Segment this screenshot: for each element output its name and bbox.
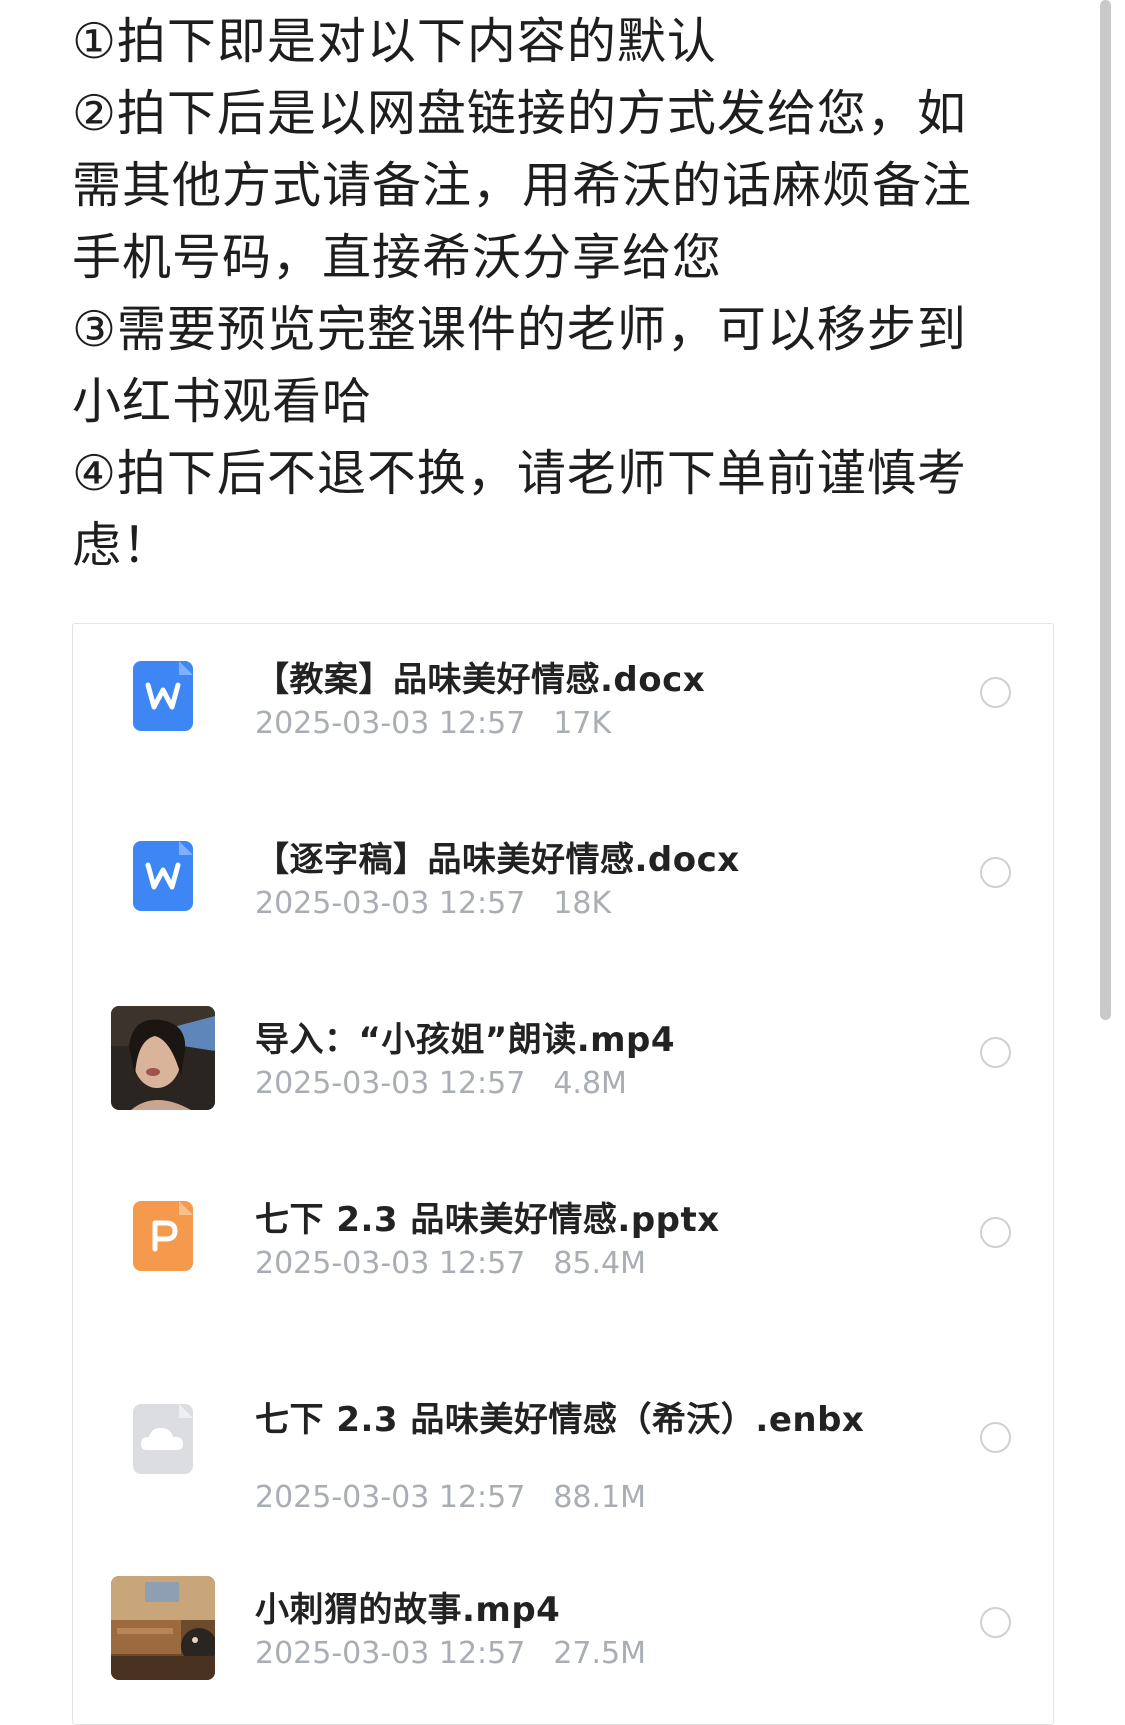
notice-line: ②拍下后是以网盘链接的方式发给您，如 bbox=[72, 85, 967, 142]
file-date: 2025-03-03 12:57 bbox=[255, 1636, 526, 1671]
file-date: 2025-03-03 12:57 bbox=[255, 1066, 526, 1101]
file-name: 【逐字稿】品味美好情感.docx bbox=[255, 840, 740, 880]
select-radio[interactable] bbox=[980, 1037, 1011, 1068]
file-meta: 2025-03-03 12:57 4.8M bbox=[255, 1066, 627, 1101]
file-row-docx-lesson-plan[interactable]: 【教案】品味美好情感.docx 2025-03-03 12:57 17K bbox=[73, 624, 1053, 774]
file-meta: 2025-03-03 12:57 85.4M bbox=[255, 1246, 646, 1281]
file-name: 小刺猬的故事.mp4 bbox=[255, 1590, 561, 1630]
ppt-icon bbox=[133, 1201, 193, 1271]
select-radio[interactable] bbox=[980, 1217, 1011, 1248]
file-row-docx-transcript[interactable]: 【逐字稿】品味美好情感.docx 2025-03-03 12:57 18K bbox=[73, 804, 1053, 954]
file-meta: 2025-03-03 12:57 17K bbox=[255, 706, 611, 741]
file-name: 【教案】品味美好情感.docx bbox=[255, 660, 706, 700]
file-row-mp4-hedgehog[interactable]: 小刺猬的故事.mp4 2025-03-03 12:57 27.5M bbox=[73, 1544, 1053, 1694]
cloud-file-icon bbox=[133, 1404, 193, 1474]
video-thumbnail bbox=[111, 1576, 215, 1680]
file-meta: 2025-03-03 12:57 18K bbox=[255, 886, 611, 921]
file-date: 2025-03-03 12:57 bbox=[255, 706, 526, 741]
file-size: 17K bbox=[553, 706, 612, 741]
file-meta: 2025-03-03 12:57 27.5M bbox=[255, 1636, 646, 1671]
file-row-pptx[interactable]: 七下 2.3 品味美好情感.pptx 2025-03-03 12:57 85.4M bbox=[73, 1164, 1053, 1314]
file-date: 2025-03-03 12:57 bbox=[255, 1246, 526, 1281]
notice-line: 需其他方式请备注，用希沃的话麻烦备注 bbox=[72, 157, 973, 214]
file-date: 2025-03-03 12:57 bbox=[255, 886, 526, 921]
file-size: 27.5M bbox=[553, 1636, 647, 1671]
file-meta: 2025-03-03 12:57 88.1M bbox=[255, 1480, 646, 1515]
file-size: 4.8M bbox=[553, 1066, 627, 1101]
purchase-notice: ①拍下即是对以下内容的默认 ②拍下后是以网盘链接的方式发给您，如 需其他方式请备… bbox=[72, 6, 1032, 582]
file-row-mp4-intro[interactable]: 导入：“小孩姐”朗读.mp4 2025-03-03 12:57 4.8M bbox=[73, 984, 1053, 1134]
word-doc-icon bbox=[133, 841, 193, 911]
select-radio[interactable] bbox=[980, 857, 1011, 888]
file-size: 88.1M bbox=[553, 1480, 647, 1515]
notice-line: ①拍下即是对以下内容的默认 bbox=[72, 13, 717, 70]
select-radio[interactable] bbox=[980, 1607, 1011, 1638]
notice-line: 小红书观看哈 bbox=[72, 373, 373, 430]
file-name: 导入：“小孩姐”朗读.mp4 bbox=[255, 1020, 676, 1060]
notice-line: ③需要预览完整课件的老师，可以移步到 bbox=[72, 301, 967, 358]
file-size: 85.4M bbox=[553, 1246, 647, 1281]
notice-line: 手机号码，直接希沃分享给您 bbox=[72, 229, 723, 286]
notice-line: ④拍下后不退不换，请老师下单前谨慎考 bbox=[72, 445, 967, 502]
video-thumbnail bbox=[111, 1006, 215, 1110]
scrollbar[interactable] bbox=[1100, 0, 1111, 1020]
file-row-enbx[interactable]: 七下 2.3 品味美好情感（希沃）.enbx 2025-03-03 12:57 8… bbox=[73, 1344, 1053, 1544]
word-doc-icon bbox=[133, 661, 193, 731]
notice-line: 虑！ bbox=[72, 517, 173, 574]
file-name: 七下 2.3 品味美好情感.pptx bbox=[255, 1200, 720, 1240]
file-name: 七下 2.3 品味美好情感（希沃）.enbx bbox=[255, 1400, 865, 1440]
select-radio[interactable] bbox=[980, 1422, 1011, 1453]
select-radio[interactable] bbox=[980, 677, 1011, 708]
file-date: 2025-03-03 12:57 bbox=[255, 1480, 526, 1515]
file-list: 【教案】品味美好情感.docx 2025-03-03 12:57 17K 【逐字稿… bbox=[72, 623, 1054, 1725]
file-size: 18K bbox=[553, 886, 612, 921]
